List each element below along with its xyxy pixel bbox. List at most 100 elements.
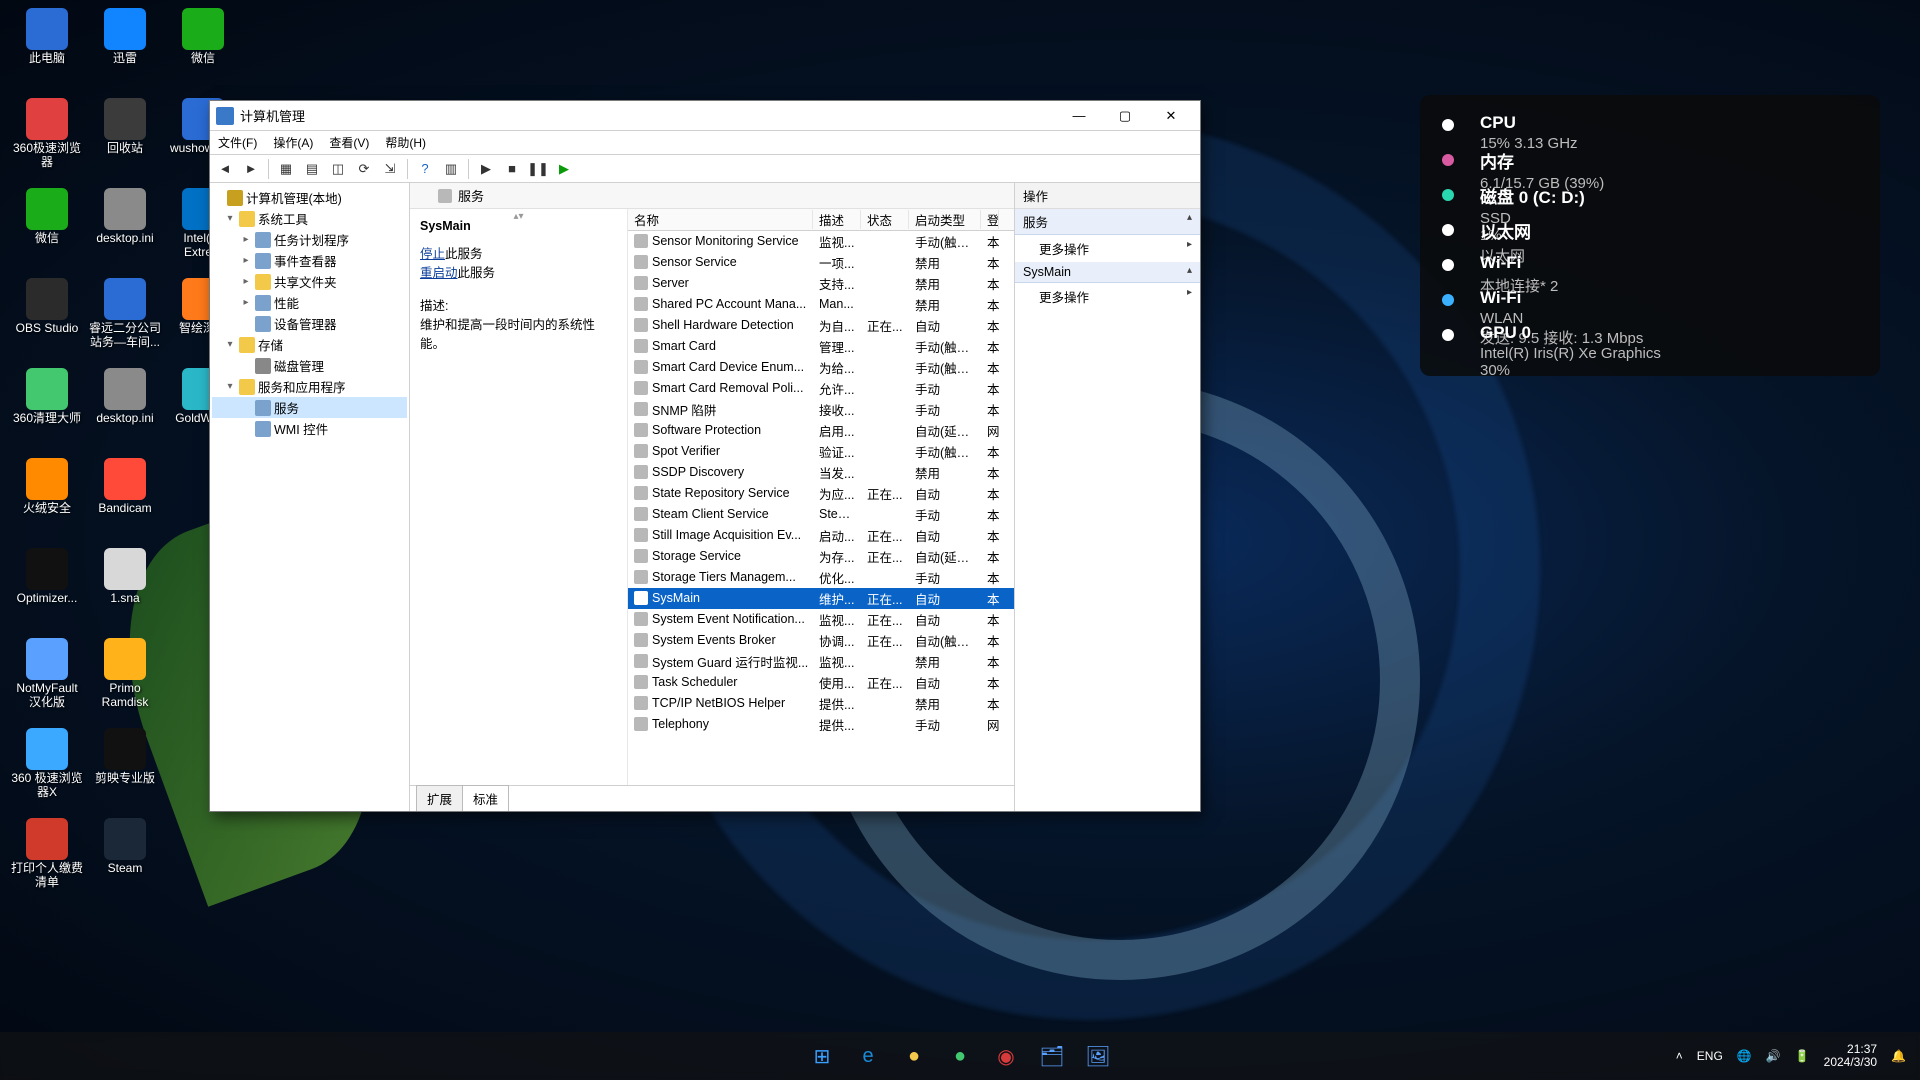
column-headers[interactable]: 名称 描述 状态 启动类型 登 [628, 209, 1014, 231]
tray-network-icon[interactable]: 🌐 [1737, 1049, 1752, 1063]
perf-wifi2[interactable]: Wi-FiWLAN发送: 9.5 接收: 1.3 Mbps [1442, 288, 1858, 309]
service-row[interactable]: System Events Broker协调...正在...自动(触发...本 [628, 630, 1014, 651]
tree-wmi[interactable]: WMI 控件 [212, 418, 407, 439]
tree-root[interactable]: 计算机管理(本地) [212, 187, 407, 208]
desktop-icon[interactable]: 微信 [10, 188, 84, 274]
tray-battery-icon[interactable]: 🔋 [1795, 1049, 1810, 1063]
desktop-icon[interactable]: 360 极速浏览器X [10, 728, 84, 814]
service-row[interactable]: Telephony提供...手动网 [628, 714, 1014, 735]
tree-task-scheduler[interactable]: ▸任务计划程序 [212, 229, 407, 250]
desktop-icon[interactable]: desktop.ini [88, 188, 162, 274]
tree-system-tools[interactable]: ▾系统工具 [212, 208, 407, 229]
tab-extended[interactable]: 扩展 [416, 785, 463, 811]
desktop-icon[interactable]: Optimizer... [10, 548, 84, 634]
service-row[interactable]: SNMP 陷阱接收...手动本 [628, 399, 1014, 420]
perf-mem[interactable]: 内存6.1/15.7 GB (39%) [1442, 148, 1858, 169]
close-button[interactable]: ✕ [1148, 101, 1194, 131]
desktop-icon[interactable]: 360极速浏览器 [10, 98, 84, 184]
desktop-icon[interactable]: Steam [88, 818, 162, 904]
stop1-button[interactable]: ■ [501, 158, 523, 180]
desktop-icon[interactable]: 微信 [166, 8, 240, 94]
tree-event-viewer[interactable]: ▸事件查看器 [212, 250, 407, 271]
service-row[interactable]: Smart Card Removal Poli...允许...手动本 [628, 378, 1014, 399]
tree-services-apps[interactable]: ▾服务和应用程序 [212, 376, 407, 397]
desktop-icon[interactable]: 1.sna [88, 548, 162, 634]
actions-more-ops-1[interactable]: 更多操作▸ [1015, 235, 1200, 262]
restart-service-link[interactable]: 重启动 [420, 266, 458, 280]
service-row[interactable]: Still Image Acquisition Ev...启动...正在...自… [628, 525, 1014, 546]
maximize-button[interactable]: ▢ [1102, 101, 1148, 131]
performance-widget[interactable]: CPU15% 3.13 GHz 内存6.1/15.7 GB (39%) 磁盘 0 (… [1420, 95, 1880, 376]
perf-disk[interactable]: 磁盘 0 (C: D:)SSD1% [1442, 183, 1858, 204]
menu-item[interactable]: 查看(V) [329, 134, 369, 151]
menu-item[interactable]: 帮助(H) [385, 134, 426, 151]
menu-item[interactable]: 文件(F) [218, 134, 257, 151]
desktop-icon[interactable]: Bandicam [88, 458, 162, 544]
perf-wifi1[interactable]: Wi-Fi本地连接* 2 [1442, 253, 1858, 274]
menu-item[interactable]: 操作(A) [273, 134, 313, 151]
resize-grip-icon[interactable]: ▴▾ [499, 211, 539, 217]
perf-gpu[interactable]: GPU 0Intel(R) Iris(R) Xe Graphics30% [1442, 323, 1858, 344]
taskbar-app[interactable]: 🗂 [1033, 1037, 1071, 1075]
service-row[interactable]: System Event Notification...监视...正在...自动… [628, 609, 1014, 630]
desktop-icon[interactable]: desktop.ini [88, 368, 162, 454]
pause-button[interactable]: ❚❚ [527, 158, 549, 180]
tool-button[interactable]: ▥ [440, 158, 462, 180]
tray-language[interactable]: ENG [1697, 1049, 1723, 1063]
taskbar-app[interactable]: ⊞ [803, 1037, 841, 1075]
service-row[interactable]: System Guard 运行时监视...监视...禁用本 [628, 651, 1014, 672]
tree-device-manager[interactable]: 设备管理器 [212, 313, 407, 334]
nav-back-button[interactable]: ◄ [214, 158, 236, 180]
actions-more-ops-2[interactable]: 更多操作▸ [1015, 283, 1200, 310]
taskbar-app[interactable]: ◉ [987, 1037, 1025, 1075]
service-row[interactable]: Software Protection启用...自动(延迟...网 [628, 420, 1014, 441]
tree-services[interactable]: 服务 [212, 397, 407, 418]
tool-button[interactable]: ◫ [327, 158, 349, 180]
taskbar-app[interactable]: 🖼 [1079, 1037, 1117, 1075]
desktop-icon[interactable]: 回收站 [88, 98, 162, 184]
desktop-icon[interactable]: 睿远二分公司站务—车间... [88, 278, 162, 364]
taskbar-app[interactable]: ● [941, 1037, 979, 1075]
tree-performance[interactable]: ▸性能 [212, 292, 407, 313]
tree-shared-folders[interactable]: ▸共享文件夹 [212, 271, 407, 292]
titlebar[interactable]: 计算机管理 — ▢ ✕ [210, 101, 1200, 131]
desktop-icon[interactable]: 360清理大师 [10, 368, 84, 454]
perf-cpu[interactable]: CPU15% 3.13 GHz [1442, 113, 1858, 134]
help-button[interactable]: ? [414, 158, 436, 180]
service-row[interactable]: Task Scheduler使用...正在...自动本 [628, 672, 1014, 693]
service-row[interactable]: Steam Client ServiceStea...手动本 [628, 504, 1014, 525]
minimize-button[interactable]: — [1056, 101, 1102, 131]
desktop-icon[interactable]: 迅雷 [88, 8, 162, 94]
service-row[interactable]: Server支持...禁用本 [628, 273, 1014, 294]
stop-service-link[interactable]: 停止 [420, 247, 445, 261]
play-button[interactable]: ▶ [475, 158, 497, 180]
service-row[interactable]: SysMain维护...正在...自动本 [628, 588, 1014, 609]
services-list[interactable]: 名称 描述 状态 启动类型 登 Sensor Monitoring Servic… [628, 209, 1014, 785]
actions-section-services[interactable]: 服务▴ [1015, 209, 1200, 235]
service-row[interactable]: SSDP Discovery当发...禁用本 [628, 462, 1014, 483]
nav-tree[interactable]: 计算机管理(本地) ▾系统工具 ▸任务计划程序 ▸事件查看器 ▸共享文件夹 ▸性… [210, 183, 410, 811]
service-row[interactable]: Shared PC Account Mana...Man...禁用本 [628, 294, 1014, 315]
refresh-button[interactable]: ⟳ [353, 158, 375, 180]
tree-storage[interactable]: ▾存储 [212, 334, 407, 355]
tray-clock[interactable]: 21:37 2024/3/30 [1824, 1043, 1877, 1069]
taskbar-app[interactable]: ● [895, 1037, 933, 1075]
desktop-icon[interactable]: NotMyFault 汉化版 [10, 638, 84, 724]
taskbar[interactable]: ⊞e●●◉🗂🖼 ˄ ENG 🌐 🔊 🔋 21:37 2024/3/30 🔔 [0, 1032, 1920, 1080]
service-row[interactable]: Smart Card Device Enum...为给...手动(触发...本 [628, 357, 1014, 378]
service-row[interactable]: TCP/IP NetBIOS Helper提供...禁用本 [628, 693, 1014, 714]
tool-button[interactable]: ▦ [275, 158, 297, 180]
service-row[interactable]: Storage Service为存...正在...自动(延迟...本 [628, 546, 1014, 567]
tray-notifications-icon[interactable]: 🔔 [1891, 1049, 1906, 1063]
desktop-icon[interactable]: 火绒安全 [10, 458, 84, 544]
tab-standard[interactable]: 标准 [462, 785, 509, 811]
service-row[interactable]: Smart Card管理...手动(触发...本 [628, 336, 1014, 357]
service-row[interactable]: Spot Verifier验证...手动(触发...本 [628, 441, 1014, 462]
service-row[interactable]: Shell Hardware Detection为自...正在...自动本 [628, 315, 1014, 336]
actions-section-selected[interactable]: SysMain▴ [1015, 262, 1200, 283]
tray-chevron-icon[interactable]: ˄ [1676, 1049, 1683, 1063]
service-row[interactable]: Storage Tiers Managem...优化...手动本 [628, 567, 1014, 588]
desktop-icon[interactable]: 剪映专业版 [88, 728, 162, 814]
tool-button[interactable]: ▤ [301, 158, 323, 180]
service-row[interactable]: State Repository Service为应...正在...自动本 [628, 483, 1014, 504]
